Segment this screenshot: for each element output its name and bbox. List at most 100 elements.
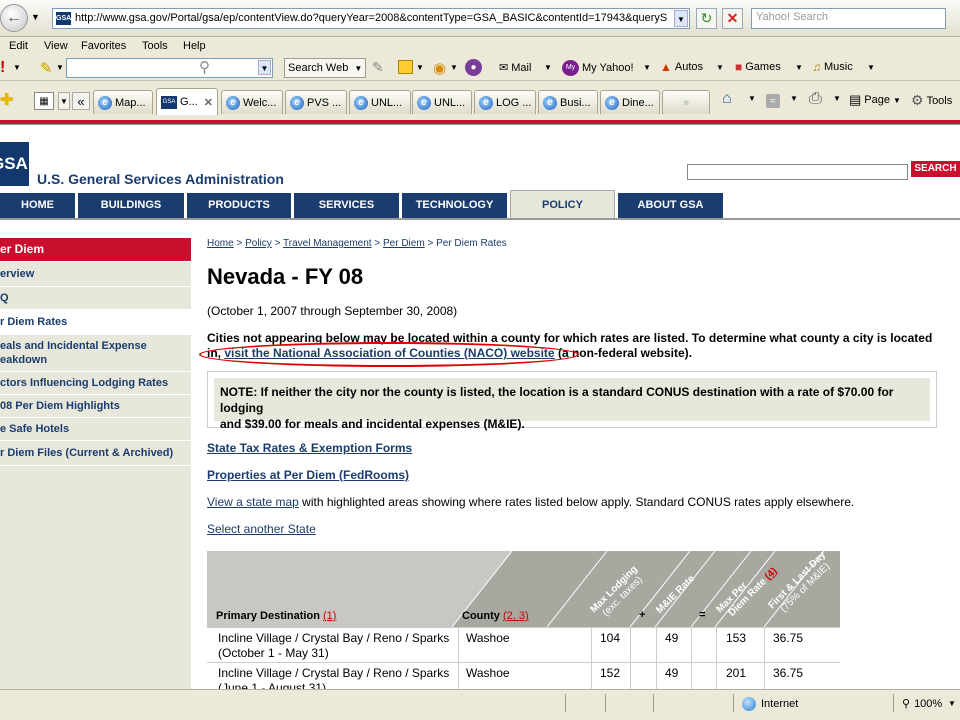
- zoom-control[interactable]: ⚲ 100%: [902, 697, 942, 711]
- menu-bar: Edit View Favorites Tools Help: [0, 37, 960, 57]
- sidebar-item-label: ctors Influencing Lodging Rates: [0, 377, 169, 389]
- home-icon[interactable]: ⌂: [722, 90, 732, 108]
- autos-dropdown-icon[interactable]: ▼: [716, 63, 724, 72]
- refresh-icon[interactable]: ↻: [696, 8, 717, 29]
- stop-icon[interactable]: ✕: [722, 8, 743, 29]
- mail-label: Mail: [511, 61, 532, 74]
- back-button[interactable]: ←: [0, 4, 28, 32]
- form-dropdown-icon[interactable]: ▼: [416, 63, 424, 72]
- nav-services[interactable]: SERVICES: [294, 193, 399, 218]
- form-icon[interactable]: [398, 60, 413, 74]
- sidebar-item-overview[interactable]: erview: [0, 261, 191, 287]
- print-icon[interactable]: ⎙: [809, 90, 822, 108]
- globe-dropdown-icon[interactable]: ▼: [450, 63, 458, 72]
- search-web-button[interactable]: Search Web ▼: [284, 58, 367, 78]
- site-search-input[interactable]: [687, 164, 908, 180]
- mail-dropdown-icon[interactable]: ▼: [544, 63, 552, 72]
- sidebar-item-per-diem-files[interactable]: r Diem Files (Current & Archived): [0, 441, 191, 466]
- toolbar-search-dropdown-icon[interactable]: ▼: [258, 60, 271, 75]
- scroll-tabs-left-icon[interactable]: «: [72, 92, 90, 110]
- my-yahoo-dropdown-icon[interactable]: ▼: [643, 63, 651, 72]
- menu-view[interactable]: View: [44, 40, 68, 52]
- toolbar-search-input[interactable]: ⚲ ▼: [66, 58, 273, 78]
- messenger-icon[interactable]: ●: [465, 59, 482, 76]
- sidebar-heading[interactable]: er Diem: [0, 238, 191, 261]
- feeds-dropdown-icon[interactable]: ▼: [790, 94, 798, 103]
- games-dropdown-icon[interactable]: ▼: [795, 63, 803, 72]
- tab-welcome[interactable]: e Welc...: [221, 90, 283, 114]
- pencil-dropdown-icon[interactable]: ▼: [56, 63, 64, 72]
- new-tab-button[interactable]: »: [662, 90, 710, 114]
- nav-policy[interactable]: POLICY: [510, 190, 615, 218]
- globe-icon[interactable]: ◉: [433, 59, 446, 77]
- tools-menu-button[interactable]: ⚙ Tools: [911, 92, 952, 109]
- zone-label: Internet: [761, 698, 799, 710]
- nav-buildings[interactable]: BUILDINGS: [78, 193, 184, 218]
- yahoo-exclaim-icon[interactable]: !: [0, 59, 5, 77]
- sidebar-item-faq[interactable]: Q: [0, 287, 191, 310]
- tab-dine[interactable]: e Dine...: [600, 90, 660, 114]
- nav-home[interactable]: HOME: [0, 193, 75, 218]
- my-yahoo-button[interactable]: My My Yahoo!: [562, 60, 634, 76]
- sidebar-item-per-diem-rates[interactable]: r Diem Rates: [0, 310, 191, 335]
- breadcrumb-home[interactable]: Home: [207, 238, 234, 249]
- zoom-dropdown-icon[interactable]: ▼: [948, 699, 956, 708]
- tab-pvs[interactable]: e PVS ...: [285, 90, 347, 114]
- col-equals: =: [699, 609, 706, 621]
- security-zone[interactable]: Internet: [742, 697, 798, 711]
- nav-products[interactable]: PRODUCTS: [187, 193, 291, 218]
- menu-help[interactable]: Help: [183, 40, 206, 52]
- games-label: Games: [745, 61, 781, 73]
- close-tab-icon[interactable]: ✕: [204, 96, 213, 109]
- sidebar-item-highlights[interactable]: 08 Per Diem Highlights: [0, 395, 191, 418]
- feeds-icon[interactable]: ≈: [766, 94, 780, 108]
- state-map-link[interactable]: View a state map: [207, 495, 299, 509]
- nav-technology[interactable]: TECHNOLOGY: [402, 193, 507, 218]
- row-lodging: 152: [600, 666, 621, 680]
- nav-about[interactable]: ABOUT GSA: [618, 193, 723, 218]
- music-dropdown-icon[interactable]: ▼: [867, 63, 875, 72]
- pencil-icon[interactable]: ✎: [40, 59, 53, 77]
- select-state-link[interactable]: Select another State: [207, 522, 316, 536]
- menu-tools[interactable]: Tools: [142, 40, 168, 52]
- tab-business[interactable]: e Busi...: [538, 90, 598, 114]
- sidebar-item-safe-hotels[interactable]: e Safe Hotels: [0, 418, 191, 441]
- tab-log[interactable]: e LOG ...: [474, 90, 536, 114]
- print-dropdown-icon[interactable]: ▼: [833, 94, 841, 103]
- address-dropdown-icon[interactable]: ▼: [674, 10, 688, 27]
- tab-unl-2[interactable]: e UNL...: [412, 90, 472, 114]
- site-search-button[interactable]: SEARCH: [911, 161, 960, 177]
- quick-tabs-icon[interactable]: ▦: [34, 92, 54, 110]
- page-menu-button[interactable]: ▤ Page ▼: [849, 92, 901, 108]
- breadcrumb-travel[interactable]: Travel Management: [283, 238, 372, 249]
- menu-favorites[interactable]: Favorites: [81, 40, 126, 52]
- breadcrumb-policy[interactable]: Policy: [245, 238, 272, 249]
- col-divider: [591, 663, 592, 689]
- yahoo-search-field[interactable]: Yahoo! Search: [751, 8, 946, 29]
- add-favorite-icon[interactable]: ✚: [0, 90, 13, 110]
- address-field[interactable]: GSA http://www.gsa.gov/Portal/gsa/ep/con…: [52, 8, 690, 29]
- col-county-footnote[interactable]: (2, 3): [503, 610, 529, 622]
- menu-edit[interactable]: Edit: [9, 40, 28, 52]
- music-button[interactable]: ♫ Music: [812, 60, 853, 74]
- sidebar-item-mie-breakdown[interactable]: eals and Incidental Expense eakdown: [0, 335, 191, 372]
- tab-unl-1[interactable]: e UNL...: [349, 90, 411, 114]
- autos-button[interactable]: ▲ Autos: [660, 60, 703, 74]
- highlight-icon[interactable]: ✎: [372, 59, 384, 76]
- state-tax-link[interactable]: State Tax Rates & Exemption Forms: [207, 441, 412, 455]
- home-dropdown-icon[interactable]: ▼: [748, 94, 756, 103]
- mail-button[interactable]: ✉ Mail: [499, 61, 532, 75]
- tab-gsa[interactable]: GSA G... ✕: [156, 88, 218, 115]
- tab-map[interactable]: e Map...: [93, 90, 153, 114]
- sidebar-item-lodging-factors[interactable]: ctors Influencing Lodging Rates: [0, 372, 191, 395]
- my-yahoo-label: My Yahoo!: [582, 62, 634, 74]
- agency-name[interactable]: U.S. General Services Administration: [37, 171, 284, 187]
- col-dest-footnote[interactable]: (1): [323, 610, 336, 622]
- yahoo-menu-dropdown-icon[interactable]: ▼: [13, 63, 21, 72]
- gsa-logo[interactable]: GSA: [0, 142, 29, 186]
- history-dropdown-icon[interactable]: ▼: [31, 12, 40, 22]
- fedrooms-link[interactable]: Properties at Per Diem (FedRooms): [207, 468, 409, 482]
- breadcrumb-per-diem[interactable]: Per Diem: [383, 238, 425, 249]
- games-button[interactable]: ■ Games: [735, 60, 781, 74]
- tab-list-dropdown-icon[interactable]: ▼: [58, 92, 70, 110]
